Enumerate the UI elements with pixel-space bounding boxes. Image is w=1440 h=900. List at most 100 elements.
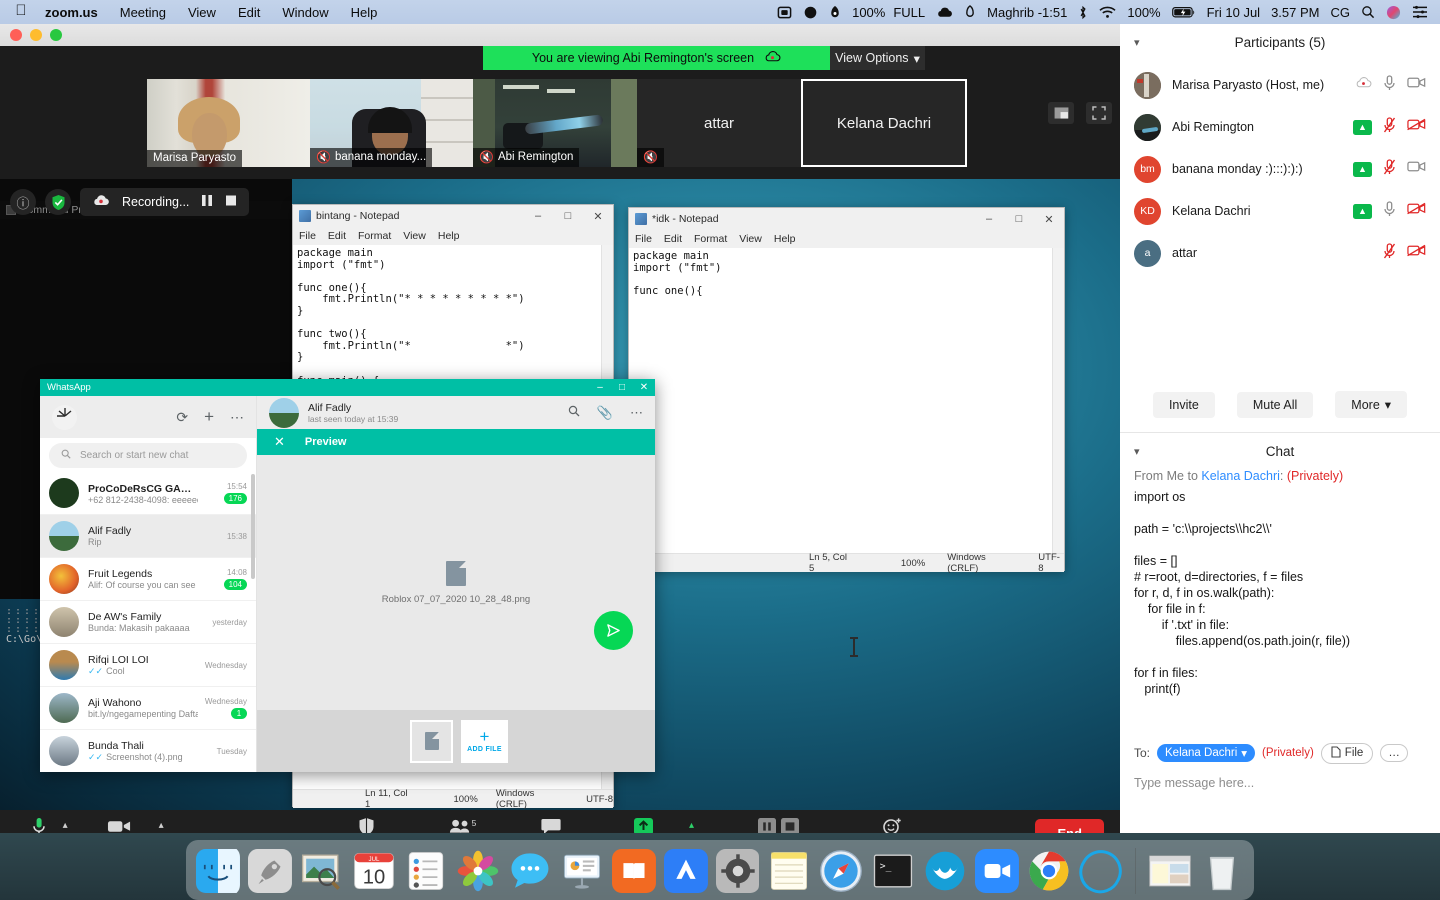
app-store-icon[interactable] bbox=[663, 846, 708, 896]
participant-row[interactable]: Abi Remington ▲ bbox=[1120, 106, 1440, 148]
avatar[interactable] bbox=[52, 404, 77, 430]
bluetooth-icon[interactable] bbox=[1078, 5, 1088, 20]
video-tile-marisa[interactable]: Marisa Paryasto bbox=[147, 79, 310, 167]
menu-format[interactable]: Format bbox=[358, 230, 391, 242]
menu-item-meeting[interactable]: Meeting bbox=[109, 5, 177, 20]
maximize-button[interactable]: □ bbox=[1004, 208, 1034, 230]
encryption-shield-icon[interactable] bbox=[45, 189, 71, 215]
more-button[interactable]: More ▾ bbox=[1335, 391, 1408, 418]
close-preview-icon[interactable]: ✕ bbox=[274, 434, 285, 450]
participant-row[interactable]: Marisa Paryasto (Host, me) bbox=[1120, 64, 1440, 106]
menu-file[interactable]: File bbox=[299, 230, 316, 242]
menu-item-view[interactable]: View bbox=[177, 5, 227, 20]
share-options-chevron-icon[interactable]: ▴ bbox=[689, 820, 694, 831]
chat-list-item[interactable]: Alif Fadly Rip 15:38 bbox=[40, 515, 256, 558]
video-tile-abi[interactable]: 🔇 Abi Remington bbox=[473, 79, 637, 167]
video-off-icon[interactable] bbox=[1407, 118, 1426, 136]
minimize-button[interactable]: – bbox=[523, 205, 553, 227]
calendar-icon[interactable]: JUL 10 bbox=[352, 846, 396, 896]
chat-recipient-name[interactable]: Kelana Dachri bbox=[1201, 469, 1280, 483]
raise-hand-icon[interactable]: ▲ bbox=[1353, 161, 1372, 177]
minimize-button[interactable]: – bbox=[974, 208, 1004, 230]
whatsapp-chat-list[interactable]: ProCoDeRsCG GANG! 😎 ... +62 812-2438-409… bbox=[40, 472, 256, 772]
trash-icon[interactable] bbox=[1200, 846, 1244, 896]
gitkraken-icon[interactable] bbox=[923, 846, 967, 896]
vpn-status-icon[interactable] bbox=[964, 4, 976, 20]
video-off-icon[interactable] bbox=[1407, 202, 1426, 220]
collapse-participants-icon[interactable]: ▾ bbox=[1134, 36, 1140, 49]
maximize-button[interactable]: □ bbox=[611, 382, 633, 393]
video-tile-banana[interactable]: 🔇 banana monday... bbox=[310, 79, 473, 167]
notes-icon[interactable] bbox=[767, 846, 811, 896]
raise-hand-icon[interactable]: ▲ bbox=[1353, 119, 1372, 135]
menu-dots-icon[interactable]: ⋯ bbox=[230, 409, 244, 426]
menu-file[interactable]: File bbox=[635, 233, 652, 245]
notepad-text-area[interactable]: package main import ("fmt") func one(){ bbox=[629, 248, 1064, 553]
preview-icon[interactable] bbox=[300, 846, 344, 896]
menu-view[interactable]: View bbox=[739, 233, 762, 245]
zoom-icon[interactable] bbox=[975, 846, 1020, 896]
view-options-button[interactable]: View Options ▾ bbox=[830, 46, 925, 70]
send-file-button[interactable]: File bbox=[1320, 742, 1374, 764]
mic-off-icon[interactable] bbox=[1383, 158, 1396, 180]
screen-record-status-icon[interactable] bbox=[777, 5, 792, 20]
video-off-icon[interactable] bbox=[1407, 244, 1426, 262]
maximize-button[interactable]: □ bbox=[553, 205, 583, 227]
notepad-scrollbar[interactable] bbox=[1052, 248, 1064, 553]
battery-icon[interactable] bbox=[1171, 6, 1196, 19]
menu-help[interactable]: Help bbox=[774, 233, 796, 245]
menu-help[interactable]: Help bbox=[438, 230, 460, 242]
prayer-time-text[interactable]: Maghrib -1:51 bbox=[987, 5, 1067, 20]
participant-row[interactable]: KD Kelana Dachri ▲ bbox=[1120, 190, 1440, 232]
photos-icon[interactable] bbox=[456, 846, 500, 896]
invite-button[interactable]: Invite bbox=[1152, 391, 1215, 418]
menu-item-window[interactable]: Window bbox=[271, 5, 339, 20]
search-input[interactable]: Search or start new chat bbox=[49, 442, 247, 468]
menubar-user[interactable]: CG bbox=[1331, 5, 1351, 20]
collapse-chat-icon[interactable]: ▾ bbox=[1134, 445, 1140, 458]
video-options-chevron-icon[interactable]: ▴ bbox=[159, 820, 164, 831]
menu-item-zoomus[interactable]: zoom.us bbox=[34, 5, 109, 20]
close-button[interactable]: ✕ bbox=[583, 205, 613, 227]
control-center-icon[interactable] bbox=[1412, 5, 1428, 19]
close-button[interactable]: ✕ bbox=[1034, 208, 1064, 230]
pause-recording-button[interactable] bbox=[201, 194, 213, 210]
chat-list-item[interactable]: Bunda Thali ✓✓ Screenshot (4).png Tuesda… bbox=[40, 730, 256, 772]
finder-icon[interactable] bbox=[196, 846, 240, 896]
video-tile-attar[interactable]: attar 🔇 bbox=[637, 79, 801, 167]
menu-edit[interactable]: Edit bbox=[664, 233, 682, 245]
new-chat-icon[interactable]: + bbox=[204, 407, 214, 427]
video-on-icon[interactable] bbox=[1407, 76, 1426, 94]
attach-icon[interactable]: 📎 bbox=[597, 405, 613, 421]
meeting-info-icon[interactable]: ⓘ bbox=[10, 189, 36, 215]
keynote-icon[interactable] bbox=[560, 846, 604, 896]
menu-dots-icon[interactable]: ⋯ bbox=[630, 405, 643, 421]
chat-list-item[interactable]: De AW's Family Bunda: Makasih pakaaaa ye… bbox=[40, 601, 256, 644]
status-refresh-icon[interactable]: ⟳ bbox=[176, 409, 188, 426]
chat-message-input[interactable]: Type message here... bbox=[1120, 768, 1440, 798]
menu-view[interactable]: View bbox=[403, 230, 426, 242]
maximize-window-button[interactable] bbox=[50, 29, 62, 41]
menu-edit[interactable]: Edit bbox=[328, 230, 346, 242]
menu-format[interactable]: Format bbox=[694, 233, 727, 245]
chat-list-scrollbar[interactable] bbox=[251, 474, 255, 579]
whatsapp-window[interactable]: WhatsApp – □ ✕ ⟳ + ⋯ Search or start new… bbox=[40, 379, 655, 772]
video-tile-kelana[interactable]: Kelana Dachri bbox=[801, 79, 967, 167]
chat-list-item[interactable]: Rifqi LOI LOI ✓✓ Cool Wednesday bbox=[40, 644, 256, 687]
stop-recording-button[interactable] bbox=[225, 194, 237, 210]
mic-off-icon[interactable] bbox=[1383, 242, 1396, 264]
recipient-dropdown[interactable]: Kelana Dachri ▾ bbox=[1157, 744, 1256, 762]
video-on-icon[interactable] bbox=[1407, 160, 1426, 178]
terminal-icon[interactable]: >_ bbox=[871, 846, 915, 896]
app-status-icon[interactable] bbox=[829, 5, 841, 20]
attachment-thumbnail[interactable] bbox=[410, 719, 453, 763]
cloud-backup-icon[interactable] bbox=[936, 6, 953, 19]
chat-list-item[interactable]: Aji Wahono bit.ly/ngegamepenting Daftar … bbox=[40, 687, 256, 730]
reminders-icon[interactable] bbox=[404, 846, 448, 896]
minimize-window-button[interactable] bbox=[30, 29, 42, 41]
chrome-icon[interactable] bbox=[1027, 846, 1071, 896]
window-traffic-lights[interactable] bbox=[0, 29, 62, 41]
notepad-window-idk[interactable]: *idk - Notepad – □ ✕ File Edit Format Vi… bbox=[628, 207, 1065, 574]
mic-on-icon[interactable] bbox=[1383, 200, 1396, 222]
mic-off-icon[interactable] bbox=[1383, 116, 1396, 138]
